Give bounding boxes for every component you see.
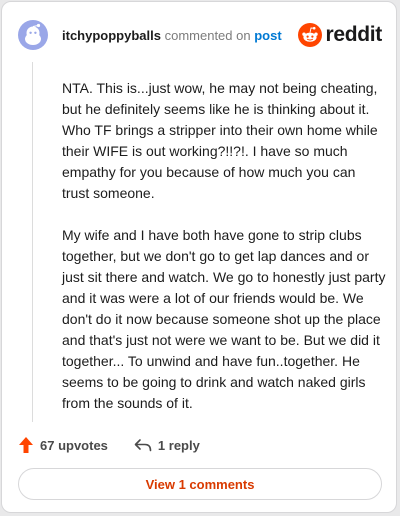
thread-line: [32, 62, 33, 422]
reddit-wordmark: reddit: [325, 23, 382, 46]
avatar-icon[interactable]: [18, 20, 48, 50]
view-comments-button[interactable]: View 1 comments: [18, 468, 382, 500]
comment-meta: itchypoppyballs commented on post: [62, 28, 282, 44]
comment-body: NTA. This is...just wow, he may not bein…: [62, 78, 386, 435]
comment-paragraph-1: NTA. This is...just wow, he may not bein…: [62, 80, 378, 201]
comment-paragraph-2: My wife and I have both have gone to str…: [62, 227, 386, 411]
post-link[interactable]: post: [254, 28, 281, 43]
upvote-icon[interactable]: [18, 436, 34, 454]
upvote-count: 67 upvotes: [40, 437, 108, 453]
reply-icon[interactable]: [134, 438, 152, 452]
username-link[interactable]: itchypoppyballs: [62, 28, 161, 43]
reply-count[interactable]: 1 reply: [158, 438, 200, 453]
comment-header: itchypoppyballs commented on post reddit: [18, 20, 382, 52]
reddit-brand[interactable]: reddit: [298, 22, 382, 48]
comment-actions: 67 upvotes 1 reply: [18, 434, 200, 456]
reddit-logo-icon: [298, 23, 323, 47]
comment-card: itchypoppyballs commented on post reddit…: [1, 1, 397, 513]
commented-on-text: commented on: [164, 28, 251, 43]
